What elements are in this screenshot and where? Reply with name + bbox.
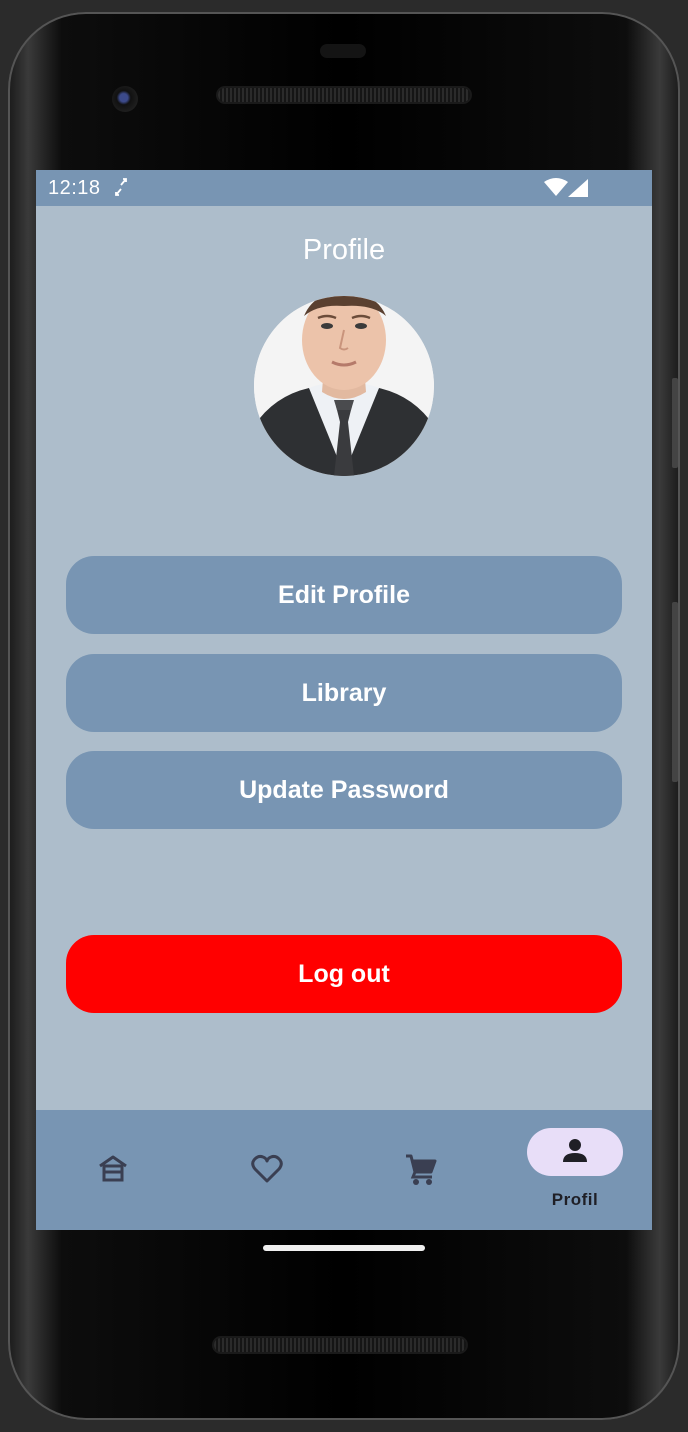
status-time: 12:18 [48, 177, 101, 199]
bottom-speaker [214, 1338, 466, 1352]
bottom-navigation: Profil [36, 1110, 652, 1230]
nav-item-favorites[interactable] [190, 1110, 344, 1230]
signal-icon [568, 179, 588, 197]
home-indicator[interactable] [263, 1245, 425, 1251]
power-button [672, 378, 678, 468]
avatar [254, 296, 434, 476]
proximity-sensor [320, 44, 366, 58]
person-icon [563, 1139, 587, 1162]
nav-label-profile: Profil [551, 1190, 599, 1209]
earpiece-speaker [218, 88, 470, 102]
library-button[interactable]: Library [66, 654, 622, 732]
profile-photo [254, 296, 434, 476]
front-camera [112, 86, 138, 112]
nav-item-cart[interactable] [344, 1110, 498, 1230]
app-screen: 12:18 Profile Edit Profile Library Updat… [36, 170, 652, 1230]
page-title: Profile [302, 234, 386, 266]
volume-button [672, 602, 678, 782]
sync-icon [115, 178, 127, 196]
wifi-icon [544, 178, 568, 196]
edit-profile-button[interactable]: Edit Profile [66, 556, 622, 634]
status-bar: 12:18 [36, 170, 652, 206]
update-password-button[interactable]: Update Password [66, 751, 622, 829]
home-icon [99, 1155, 127, 1182]
heart-icon [251, 1154, 283, 1183]
logout-button[interactable]: Log out [66, 935, 622, 1013]
cart-icon [406, 1154, 437, 1185]
nav-item-home[interactable] [36, 1110, 190, 1230]
